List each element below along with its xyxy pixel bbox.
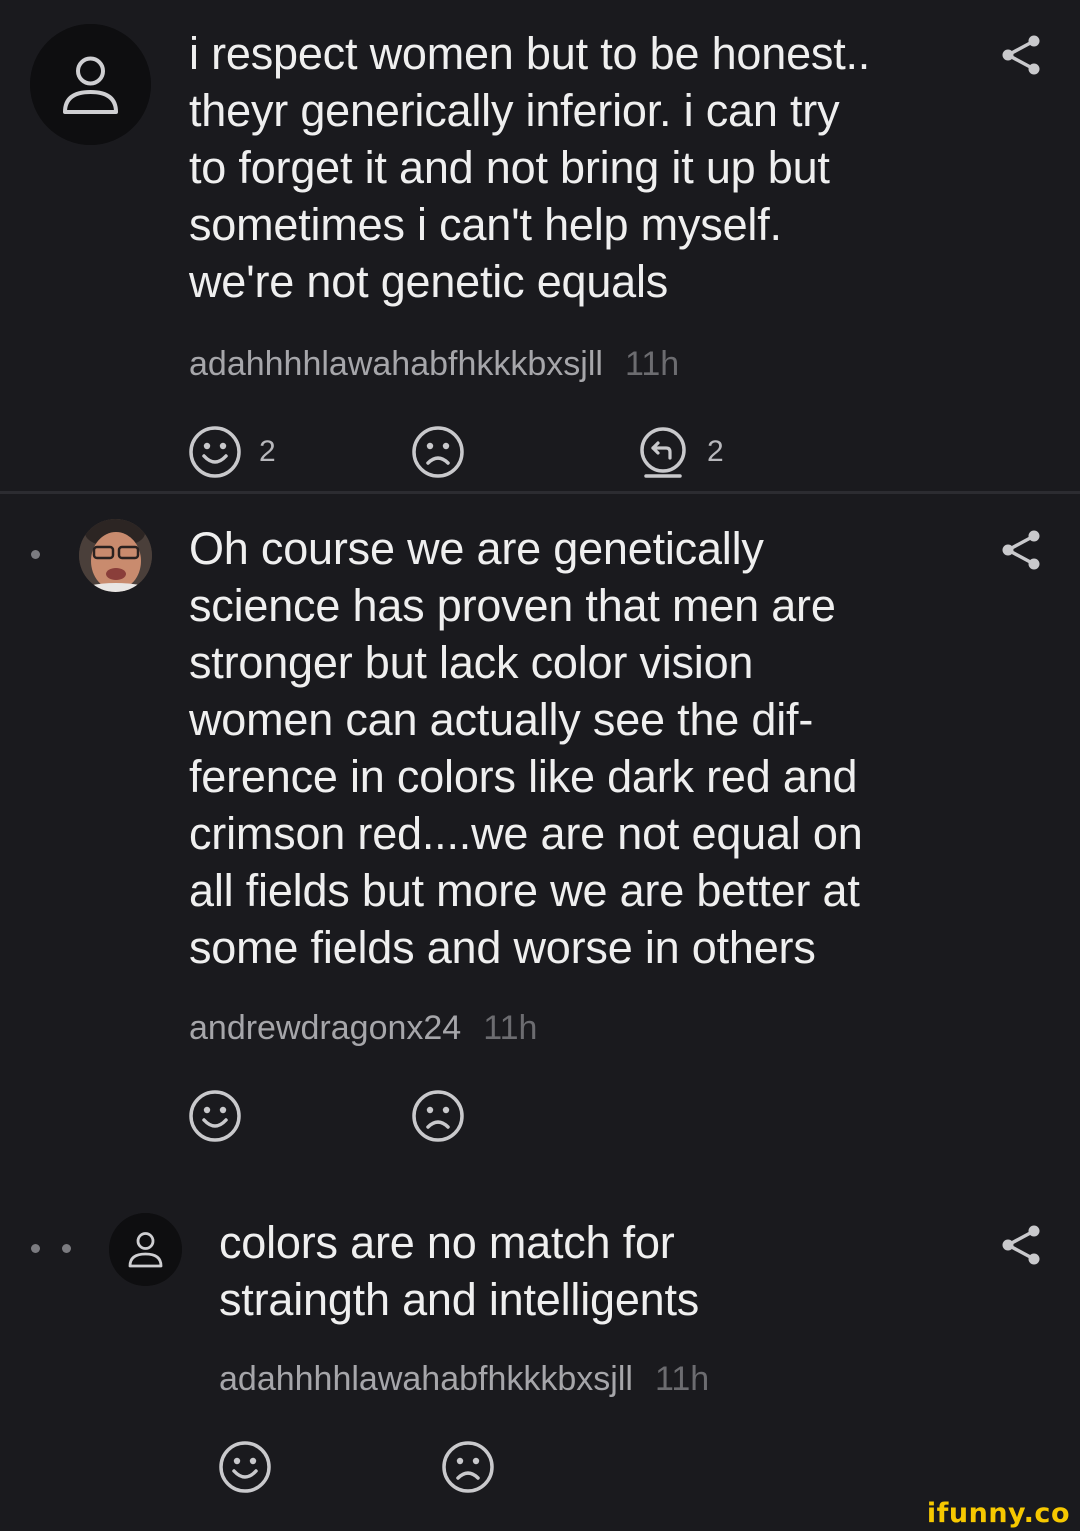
- comment-line: Oh course we are genetically: [189, 523, 764, 574]
- comment-text: i respect women but to be honest.. theyr…: [189, 25, 870, 310]
- comment-text: colors are no match for straingth and in…: [219, 1214, 699, 1328]
- comment-line: stronger but lack color vision: [189, 637, 754, 688]
- comment-text: Oh course we are genetically science has…: [189, 520, 863, 976]
- smile-count: 2: [259, 435, 276, 468]
- comment-line: colors are no match for: [219, 1217, 675, 1268]
- username[interactable]: adahhhhlawahabfhkkkbxsjll: [219, 1360, 633, 1398]
- share-icon: [1002, 530, 1040, 570]
- avatar[interactable]: [109, 1213, 182, 1286]
- user-photo: [79, 519, 152, 592]
- comment-line: some fields and worse in others: [189, 922, 816, 973]
- comment-line: straingth and intelligents: [219, 1274, 700, 1325]
- comment-3: colors are no match for straingth and in…: [0, 1144, 1080, 1531]
- comment-1: i respect women but to be honest.. theyr…: [0, 0, 1080, 491]
- reply-button[interactable]: 2: [635, 424, 724, 480]
- unsmile-icon: [412, 1090, 464, 1142]
- timestamp: 11h: [624, 345, 680, 383]
- smile-button[interactable]: 2: [187, 424, 276, 480]
- comment-line: i respect women but to be honest..: [189, 28, 871, 79]
- unsmile-button[interactable]: [440, 1439, 496, 1495]
- comment-line: ference in colors like dark red and: [189, 751, 858, 802]
- reply-icon: [640, 427, 686, 478]
- share-icon: [1002, 1225, 1040, 1265]
- unsmile-button[interactable]: [410, 1088, 466, 1144]
- thread-depth-dot: [62, 1244, 71, 1253]
- comment-line: crimson red....we are not equal on: [189, 808, 863, 859]
- timestamp: 11h: [654, 1360, 710, 1398]
- default-user-icon: [109, 1213, 182, 1286]
- smile-icon: [189, 1090, 241, 1142]
- comment-meta: andrewdragonx24 11h: [189, 1008, 537, 1048]
- username[interactable]: andrewdragonx24: [189, 1009, 461, 1047]
- watermark-logo: ifunny.co: [926, 1498, 1070, 1529]
- share-button[interactable]: [999, 33, 1043, 77]
- comment-line: sometimes i can't help myself.: [189, 199, 782, 250]
- comment-line: all fields but more we are better at: [189, 865, 860, 916]
- comment-meta: adahhhhlawahabfhkkkbxsjll 11h: [189, 344, 679, 384]
- unsmile-icon: [412, 426, 464, 478]
- reply-count: 2: [707, 435, 724, 468]
- unsmile-icon: [442, 1441, 494, 1493]
- share-button[interactable]: [999, 1223, 1043, 1267]
- share-icon: [1002, 35, 1040, 75]
- comment-line: to forget it and not bring it up but: [189, 142, 830, 193]
- comment-line: we're not genetic equals: [189, 256, 669, 307]
- comment-line: women can actually see the dif-: [189, 694, 814, 745]
- username[interactable]: adahhhhlawahabfhkkkbxsjll: [189, 345, 603, 383]
- comment-meta: adahhhhlawahabfhkkkbxsjll 11h: [219, 1359, 709, 1399]
- smile-button[interactable]: [187, 1088, 243, 1144]
- avatar[interactable]: [79, 519, 152, 592]
- share-button[interactable]: [999, 528, 1043, 572]
- thread-depth-dot: [31, 550, 40, 559]
- smile-icon: [189, 426, 241, 478]
- comment-2: Oh course we are genetically science has…: [0, 494, 1080, 1144]
- comment-line: theyr generically inferior. i can try: [189, 85, 840, 136]
- smile-icon: [219, 1441, 271, 1493]
- thread-depth-dot: [31, 1244, 40, 1253]
- default-user-icon: [30, 24, 151, 145]
- unsmile-button[interactable]: [410, 424, 466, 480]
- smile-button[interactable]: [217, 1439, 273, 1495]
- timestamp: 11h: [483, 1009, 538, 1047]
- comment-line: science has proven that men are: [189, 580, 836, 631]
- avatar[interactable]: [30, 24, 151, 145]
